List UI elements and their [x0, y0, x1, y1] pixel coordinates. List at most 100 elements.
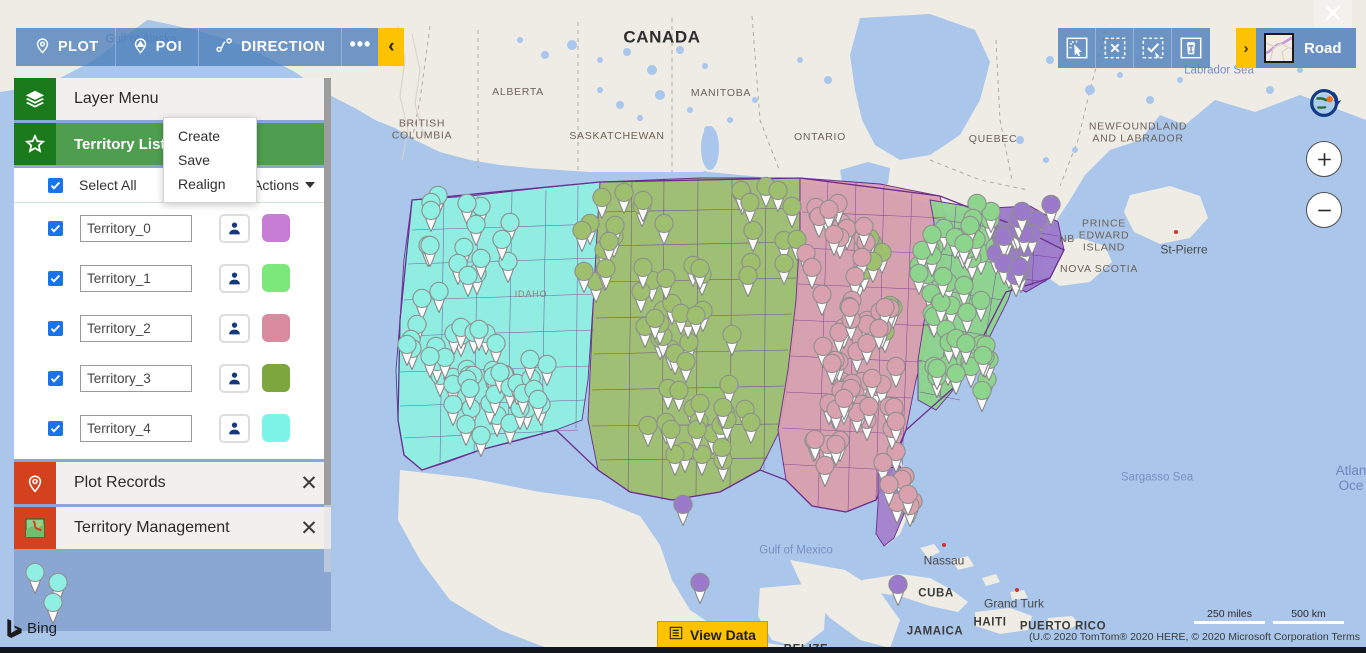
territory-name-input[interactable] — [80, 314, 192, 342]
territory-checkbox[interactable] — [48, 270, 63, 286]
map-pin[interactable] — [418, 198, 444, 233]
territory-color-swatch[interactable] — [262, 314, 290, 342]
confirm-selection-tool[interactable] — [1134, 28, 1172, 68]
territory-checkbox[interactable] — [48, 320, 63, 336]
map-pin[interactable] — [737, 190, 763, 224]
close-overlay-button[interactable]: ✕ — [1314, 0, 1352, 28]
map-pin[interactable] — [466, 317, 492, 352]
map-pin[interactable] — [719, 322, 745, 357]
actions-menu-item[interactable]: Realign — [164, 172, 256, 196]
map-pin[interactable] — [653, 266, 679, 300]
clear-selection-tool[interactable] — [1096, 28, 1134, 68]
globe-locate-icon[interactable] — [1306, 84, 1344, 122]
bing-logo[interactable]: Bing — [6, 619, 57, 638]
map-toolbar[interactable]: PLOT POI DIRECTION ••• ‹ — [16, 28, 405, 66]
map-pin[interactable] — [593, 256, 619, 290]
map-pin[interactable] — [765, 178, 791, 213]
actions-menu-item[interactable]: Save — [164, 148, 256, 172]
map-pin[interactable] — [799, 255, 825, 289]
map-type-selector[interactable]: › Road — [1236, 28, 1356, 68]
map-pin[interactable] — [1006, 254, 1032, 288]
actions-dropdown-menu[interactable]: Create Save Realign — [163, 117, 257, 203]
map-pin[interactable] — [837, 295, 863, 330]
nav-item-plot[interactable]: PLOT — [16, 28, 116, 66]
map-pin[interactable] — [426, 279, 452, 313]
nav-item-direction[interactable]: DIRECTION — [199, 28, 343, 66]
zoom-in-button[interactable] — [1306, 141, 1342, 177]
panel-plot-records[interactable]: Plot Records ✕ — [14, 462, 331, 504]
territory-checkbox[interactable] — [48, 420, 63, 436]
territory-checkbox[interactable] — [48, 370, 63, 386]
map-pin[interactable] — [455, 263, 481, 298]
sidebar-scrollbar-track[interactable] — [324, 78, 331, 572]
territory-row[interactable] — [14, 203, 331, 253]
map-draw-toolbar[interactable] — [1058, 28, 1210, 68]
assign-user-button[interactable] — [219, 263, 250, 293]
assign-user-button[interactable] — [219, 363, 250, 393]
map-pin[interactable] — [851, 214, 877, 248]
select-click-tool[interactable] — [1058, 28, 1096, 68]
map-pin[interactable] — [876, 472, 902, 507]
delete-tool[interactable] — [1172, 28, 1210, 68]
territory-color-swatch[interactable] — [262, 414, 290, 442]
map-pin[interactable] — [821, 222, 847, 257]
map-pin[interactable] — [885, 572, 911, 606]
map-pin[interactable] — [589, 185, 615, 220]
territory-checkbox[interactable] — [48, 220, 63, 236]
territory-name-input[interactable] — [80, 414, 192, 442]
map-pin[interactable] — [866, 316, 892, 350]
map-pin[interactable] — [970, 343, 996, 378]
map-pin[interactable] — [831, 386, 857, 420]
map-pin[interactable] — [924, 356, 950, 390]
map-pin[interactable] — [710, 395, 736, 430]
map-pin[interactable] — [651, 211, 677, 245]
map-pin[interactable] — [417, 344, 443, 379]
territory-name-input[interactable] — [80, 364, 192, 392]
territory-color-swatch[interactable] — [262, 214, 290, 242]
territory-name-input[interactable] — [80, 214, 192, 242]
map-pin[interactable] — [735, 263, 761, 298]
nav-overflow-button[interactable]: ••• — [342, 28, 378, 66]
map-pin[interactable] — [642, 306, 668, 340]
map-pin[interactable] — [969, 378, 995, 412]
actions-menu-item[interactable]: Create — [164, 124, 256, 148]
map-pin[interactable] — [394, 332, 420, 367]
map-pin[interactable] — [687, 256, 713, 290]
territory-row[interactable] — [14, 403, 331, 453]
view-data-button[interactable]: View Data — [657, 621, 768, 648]
map-pin[interactable] — [489, 227, 515, 261]
select-all-checkbox[interactable] — [48, 177, 63, 193]
map-pin[interactable] — [683, 303, 709, 338]
actions-dropdown-button[interactable]: Actions — [253, 177, 315, 193]
map-pin[interactable] — [525, 387, 551, 422]
nav-item-poi[interactable]: POI — [116, 28, 200, 66]
map-pin[interactable] — [658, 417, 684, 451]
sidebar-scrollbar-thumb[interactable] — [324, 78, 331, 505]
map-pin[interactable] — [440, 392, 466, 426]
panel-layer-menu[interactable]: Layer Menu — [14, 78, 331, 120]
territory-row[interactable] — [14, 353, 331, 403]
map-pin[interactable] — [417, 233, 443, 267]
zoom-out-button[interactable] — [1306, 192, 1342, 228]
territory-name-input[interactable] — [80, 264, 192, 292]
map-pin[interactable] — [517, 347, 543, 381]
assign-user-button[interactable] — [219, 313, 250, 343]
territory-rows[interactable] — [14, 203, 331, 453]
map-pin[interactable] — [823, 432, 849, 466]
nav-collapse-button[interactable]: ‹ — [378, 28, 405, 66]
territory-row[interactable] — [14, 253, 331, 303]
map-pin[interactable] — [635, 413, 661, 447]
assign-user-button[interactable] — [219, 413, 250, 443]
panel-territory-management[interactable]: Territory Management ✕ — [14, 507, 331, 549]
territory-color-swatch[interactable] — [262, 364, 290, 392]
assign-user-button[interactable] — [219, 213, 250, 243]
map-pin[interactable] — [883, 409, 909, 444]
territory-row[interactable] — [14, 303, 331, 353]
map-pin[interactable] — [1009, 199, 1035, 233]
territory-color-swatch[interactable] — [262, 264, 290, 292]
map-pin[interactable] — [1038, 192, 1064, 226]
map-pin[interactable] — [687, 570, 713, 604]
map-pin[interactable] — [951, 231, 977, 265]
map-pin[interactable] — [463, 212, 489, 247]
map-type-expand-arrow[interactable]: › — [1236, 28, 1256, 68]
